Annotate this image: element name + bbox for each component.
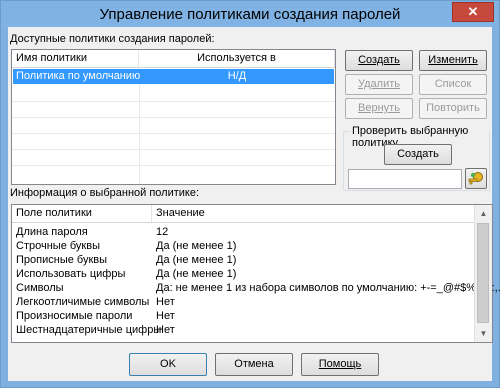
column-value[interactable]: Значение	[152, 205, 474, 222]
grid-line	[12, 149, 335, 150]
info-list-header: Поле политики Значение	[12, 205, 492, 223]
info-label: Информация о выбранной политике:	[10, 187, 200, 199]
info-field: Прописные буквы	[16, 254, 108, 266]
info-field: Шестнадцатеричные цифры	[16, 324, 162, 336]
ok-button[interactable]: OK	[129, 353, 207, 376]
policy-name: Политика по умолчанию	[16, 70, 141, 82]
policy-used-in: Н/Д	[227, 70, 247, 82]
policy-row[interactable]: Политика по умолчанию Н/Д	[13, 69, 334, 84]
revert-button[interactable]: Вернуть	[345, 98, 413, 119]
column-policy-field[interactable]: Поле политики	[12, 205, 152, 222]
info-scrollbar[interactable]: ▲ ▼	[474, 205, 492, 342]
info-value: Нет	[156, 296, 175, 308]
list-button[interactable]: Список	[419, 74, 487, 95]
info-field: Длина пароля	[16, 226, 88, 238]
title-bar[interactable]: Управление политиками создания паролей ✕	[1, 1, 499, 27]
info-value: 12	[156, 226, 169, 238]
check-create-button[interactable]: Создать	[384, 144, 452, 165]
info-value: Да (не менее 1)	[156, 240, 237, 252]
close-button[interactable]: ✕	[452, 2, 494, 22]
window-title: Управление политиками создания паролей	[99, 6, 401, 23]
column-policy-name[interactable]: Имя политики	[12, 50, 139, 67]
generated-password-field[interactable]	[348, 169, 462, 189]
info-field: Строчные буквы	[16, 240, 100, 252]
info-field: Легкоотличимые символы	[16, 296, 150, 308]
cancel-button[interactable]: Отмена	[215, 353, 293, 376]
key-picker-button[interactable]	[465, 168, 487, 189]
grid-line	[12, 101, 335, 102]
dialog-body: Доступные политики создания паролей: Имя…	[8, 27, 500, 381]
key-picker-icon	[468, 172, 483, 185]
scroll-up-icon[interactable]: ▲	[475, 205, 492, 222]
info-value: Нет	[156, 310, 175, 322]
help-button[interactable]: Помощь	[301, 353, 379, 376]
dialog-window: Управление политиками создания паролей ✕…	[0, 0, 500, 388]
grid-line	[12, 117, 335, 118]
info-field: Использовать цифры	[16, 268, 126, 280]
info-value: Да (не менее 1)	[156, 268, 237, 280]
policies-list-header: Имя политики Используется в	[12, 50, 335, 68]
policies-list[interactable]: Имя политики Используется в Политика по …	[11, 49, 336, 185]
grid-line	[12, 165, 335, 166]
info-value: Да (не менее 1)	[156, 254, 237, 266]
info-field: Символы	[16, 282, 64, 294]
check-policy-group: Проверить выбранную политику Создать	[343, 125, 490, 191]
delete-button[interactable]: Удалить	[345, 74, 413, 95]
grid-line	[12, 133, 335, 134]
create-button[interactable]: Создать	[345, 50, 413, 71]
policies-label: Доступные политики создания паролей:	[10, 33, 215, 45]
policy-info-list[interactable]: Поле политики Значение Длина пароля 12 С…	[11, 204, 500, 343]
info-field: Произносимые пароли	[16, 310, 133, 322]
scroll-down-icon[interactable]: ▼	[475, 325, 492, 342]
column-used-in[interactable]: Используется в	[139, 50, 335, 67]
info-value: Да: не менее 1 из набора символов по умо…	[156, 282, 500, 294]
column-divider	[139, 67, 140, 184]
edit-button[interactable]: Изменить	[419, 50, 487, 71]
info-value: Нет	[156, 324, 175, 336]
repeat-button[interactable]: Повторить	[419, 98, 487, 119]
scroll-thumb[interactable]	[477, 223, 489, 323]
